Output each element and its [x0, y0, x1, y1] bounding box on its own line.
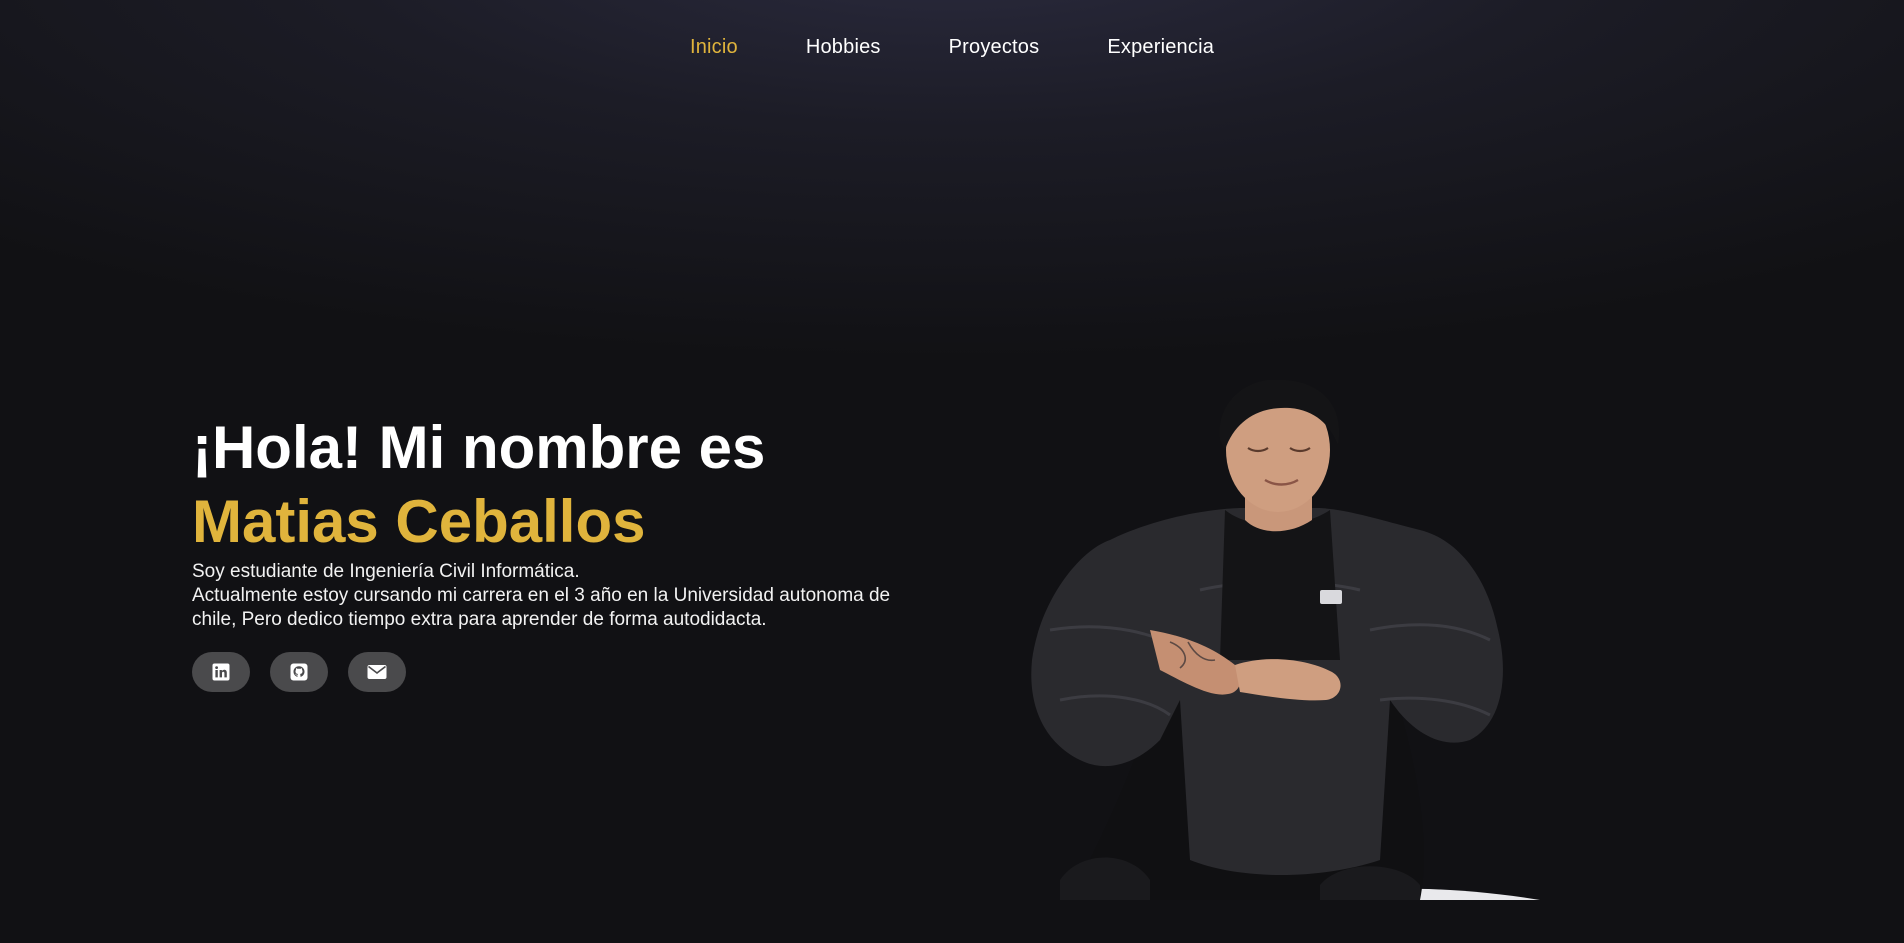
hero-name: Matias Ceballos — [192, 488, 646, 555]
hero-greeting: ¡Hola! Mi nombre es — [192, 414, 766, 481]
linkedin-icon — [212, 663, 230, 681]
mail-icon — [367, 665, 387, 679]
bio-line-2: Actualmente estoy cursando mi carrera en… — [192, 585, 891, 630]
hero-section: ¡Hola! Mi nombre es Matias Ceballos Soy … — [192, 412, 932, 692]
profile-photo — [1031, 380, 1540, 900]
hero-bio: Soy estudiante de Ingeniería Civil Infor… — [192, 560, 912, 632]
nav-inicio[interactable]: Inicio — [690, 36, 738, 59]
github-button[interactable] — [270, 652, 328, 692]
github-icon — [290, 663, 308, 681]
bio-line-1: Soy estudiante de Ingeniería Civil Infor… — [192, 561, 580, 582]
social-links — [192, 652, 932, 692]
nav-experiencia[interactable]: Experiencia — [1107, 36, 1214, 59]
main-nav: Inicio Hobbies Proyectos Experiencia — [0, 36, 1904, 59]
nav-hobbies[interactable]: Hobbies — [806, 36, 881, 59]
linkedin-button[interactable] — [192, 652, 250, 692]
mail-button[interactable] — [348, 652, 406, 692]
nav-proyectos[interactable]: Proyectos — [949, 36, 1040, 59]
